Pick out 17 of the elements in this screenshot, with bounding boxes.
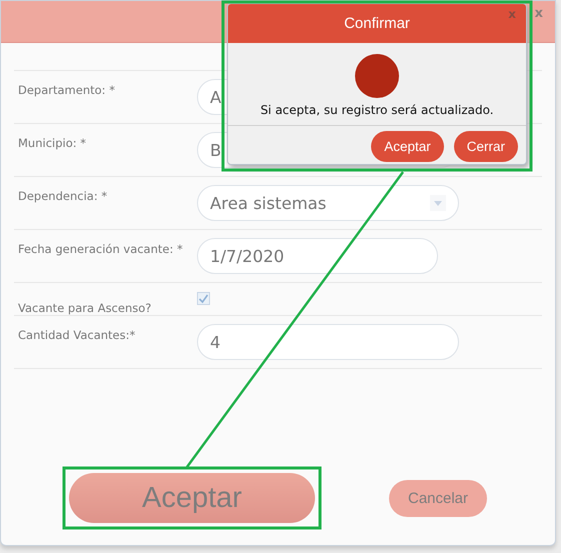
- field-label: Cantidad Vacantes:*: [17, 327, 136, 342]
- field-label: Municipio: *: [17, 135, 88, 150]
- cancel-button[interactable]: Cancelar: [389, 480, 487, 516]
- checkbox[interactable]: [197, 292, 210, 305]
- accept-button[interactable]: Aceptar: [371, 131, 444, 162]
- input-field[interactable]: 4: [197, 324, 459, 360]
- alert-icon: [355, 54, 399, 98]
- field-label: Vacante para Ascenso?: [17, 300, 152, 315]
- dropdown[interactable]: Area sistemas: [197, 185, 459, 221]
- field-label: Departamento: *: [17, 82, 116, 97]
- input-field[interactable]: 1/7/2020: [197, 238, 438, 274]
- field-label: Fecha generación vacante: *: [17, 241, 184, 256]
- field-label: Dependencia: *: [17, 188, 108, 203]
- caret-icon: [430, 195, 446, 211]
- confirm-message: Si acepta, su registro será actualizado.: [260, 103, 494, 117]
- close-button[interactable]: Cerrar: [454, 131, 518, 162]
- dialog-title: Confirmar: [344, 15, 410, 32]
